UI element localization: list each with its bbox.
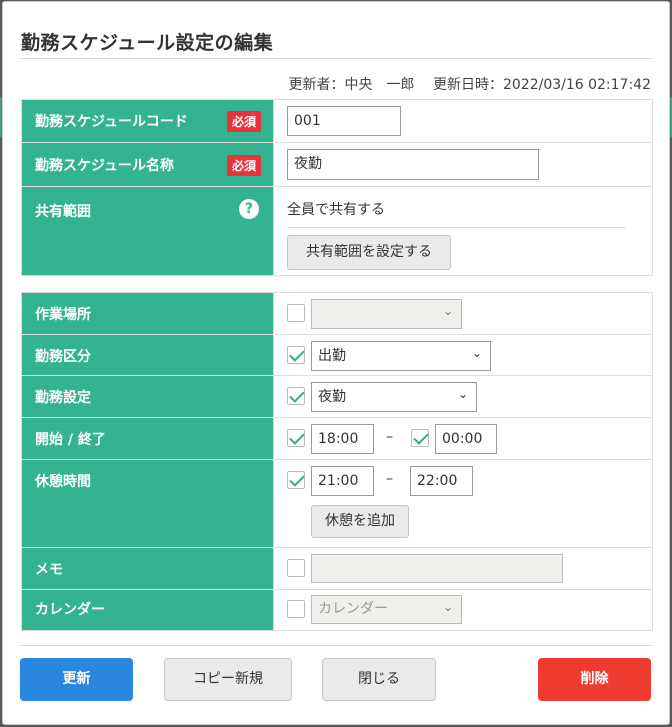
row-break-time: 休憩時間 21:00 – 22:00 休憩を追加 xyxy=(21,459,653,548)
edit-schedule-dialog: 勤務スケジュール設定の編集 更新者：中央 一郎 更新日時：2022/03/16 … xyxy=(2,1,670,725)
schedule-code-input[interactable]: 001 xyxy=(287,106,401,136)
share-divider xyxy=(288,227,626,228)
row-share-scope: 共有範囲 ? 全員で共有する 共有範囲を設定する xyxy=(21,186,653,276)
value-cell-break: 21:00 – 22:00 休憩を追加 xyxy=(273,459,653,548)
work-type-checkbox[interactable] xyxy=(287,346,305,364)
label-cell-calendar: カレンダー xyxy=(21,589,274,631)
chevron-down-icon: ⌄ xyxy=(442,599,453,614)
required-badge: 必須 xyxy=(226,155,261,176)
row-work-type: 勤務区分 出勤 ⌄ xyxy=(21,334,653,376)
required-badge: 必須 xyxy=(226,111,261,132)
schedule-name-label: 勤務スケジュール名称 xyxy=(35,158,175,174)
label-cell-share: 共有範囲 ? xyxy=(21,186,274,276)
schedule-code-label: 勤務スケジュールコード xyxy=(35,114,188,130)
row-schedule-code: 勤務スケジュールコード 必須 001 xyxy=(21,99,653,143)
label-cell-work-type: 勤務区分 xyxy=(21,334,274,376)
memo-label: メモ xyxy=(35,562,63,578)
row-memo: メモ xyxy=(21,547,653,590)
workplace-checkbox[interactable] xyxy=(287,304,305,322)
work-setting-select[interactable]: 夜勤 ⌄ xyxy=(311,382,477,412)
label-cell-workplace: 作業場所 xyxy=(21,292,274,335)
updated-at: 2022/03/16 02:17:42 xyxy=(502,77,651,93)
break-start-input[interactable]: 21:00 xyxy=(311,466,374,496)
title-divider xyxy=(19,58,653,59)
workplace-label: 作業場所 xyxy=(35,307,91,323)
schedule-name-input[interactable]: 夜勤 xyxy=(287,149,539,180)
start-end-label: 開始 / 終了 xyxy=(35,432,106,448)
value-cell-calendar: カレンダー ⌄ xyxy=(273,589,653,631)
calendar-select-value: カレンダー xyxy=(318,601,388,617)
add-break-button[interactable]: 休憩を追加 xyxy=(311,505,409,538)
row-work-setting: 勤務設定 夜勤 ⌄ xyxy=(21,375,653,418)
memo-checkbox[interactable] xyxy=(287,559,305,577)
value-cell-start-end: 18:00 – 00:00 xyxy=(273,417,653,460)
row-workplace: 作業場所 ⌄ xyxy=(21,292,653,335)
basic-info-table: 勤務スケジュールコード 必須 001 勤務スケジュール名称 必須 夜勤 共有範囲… xyxy=(21,99,653,276)
share-scope-value: 全員で共有する xyxy=(287,202,385,218)
calendar-select[interactable]: カレンダー ⌄ xyxy=(311,595,462,624)
calendar-label: カレンダー xyxy=(35,602,105,618)
range-dash: – xyxy=(386,429,393,445)
label-cell-memo: メモ xyxy=(21,547,274,590)
footer-divider xyxy=(19,645,653,646)
dialog-title: 勤務スケジュール設定の編集 xyxy=(21,32,274,54)
value-cell-memo xyxy=(273,547,653,590)
end-time-input[interactable]: 00:00 xyxy=(435,424,497,454)
work-type-select-value: 出勤 xyxy=(318,348,346,364)
row-start-end: 開始 / 終了 18:00 – 00:00 xyxy=(21,417,653,460)
work-setting-checkbox[interactable] xyxy=(287,387,305,405)
share-scope-label: 共有範囲 xyxy=(35,204,91,220)
memo-input[interactable] xyxy=(311,554,563,583)
work-type-label: 勤務区分 xyxy=(35,349,91,365)
work-settings-table: 作業場所 ⌄ 勤務区分 出勤 ⌄ 勤務設定 夜勤 ⌄ 開始 / 終了 18:00… xyxy=(21,292,653,631)
value-cell-name: 夜勤 xyxy=(273,142,653,187)
update-meta: 更新者：中央 一郎 更新日時：2022/03/16 02:17:42 xyxy=(285,74,651,94)
value-cell-code: 001 xyxy=(273,99,653,143)
value-cell-workplace: ⌄ xyxy=(273,292,653,335)
label-cell-work-setting: 勤務設定 xyxy=(21,375,274,418)
break-time-checkbox[interactable] xyxy=(287,471,305,489)
break-end-input[interactable]: 22:00 xyxy=(410,466,473,496)
chevron-down-icon: ⌄ xyxy=(471,346,482,361)
work-setting-select-value: 夜勤 xyxy=(318,389,346,405)
chevron-down-icon: ⌄ xyxy=(442,304,453,319)
chevron-down-icon: ⌄ xyxy=(457,387,468,402)
label-cell-start-end: 開始 / 終了 xyxy=(21,417,274,460)
value-cell-share: 全員で共有する 共有範囲を設定する xyxy=(273,186,653,276)
end-time-checkbox[interactable] xyxy=(411,429,429,447)
work-type-select[interactable]: 出勤 ⌄ xyxy=(311,341,491,371)
row-schedule-name: 勤務スケジュール名称 必須 夜勤 xyxy=(21,142,653,187)
start-time-input[interactable]: 18:00 xyxy=(311,424,374,454)
set-share-scope-button[interactable]: 共有範囲を設定する xyxy=(287,235,451,270)
updated-by: 中央 一郎 xyxy=(344,77,415,93)
label-cell-break: 休憩時間 xyxy=(21,459,274,548)
update-button[interactable]: 更新 xyxy=(20,658,133,701)
calendar-checkbox[interactable] xyxy=(287,600,305,618)
break-time-label: 休憩時間 xyxy=(35,474,91,490)
copy-new-button[interactable]: コピー新規 xyxy=(164,658,292,701)
label-cell-name: 勤務スケジュール名称 必須 xyxy=(21,142,274,187)
start-time-checkbox[interactable] xyxy=(287,429,305,447)
range-dash: – xyxy=(386,471,393,487)
value-cell-work-setting: 夜勤 ⌄ xyxy=(273,375,653,418)
work-setting-label: 勤務設定 xyxy=(35,390,91,406)
label-cell-code: 勤務スケジュールコード 必須 xyxy=(21,99,274,143)
close-button[interactable]: 閉じる xyxy=(322,658,436,701)
updated-by-label: 更新者： xyxy=(288,77,345,93)
delete-button[interactable]: 削除 xyxy=(538,658,651,701)
row-calendar: カレンダー カレンダー ⌄ xyxy=(21,589,653,631)
workplace-select[interactable]: ⌄ xyxy=(311,299,462,329)
value-cell-work-type: 出勤 ⌄ xyxy=(273,334,653,376)
help-icon[interactable]: ? xyxy=(239,199,259,219)
updated-at-label: 更新日時： xyxy=(432,77,503,93)
